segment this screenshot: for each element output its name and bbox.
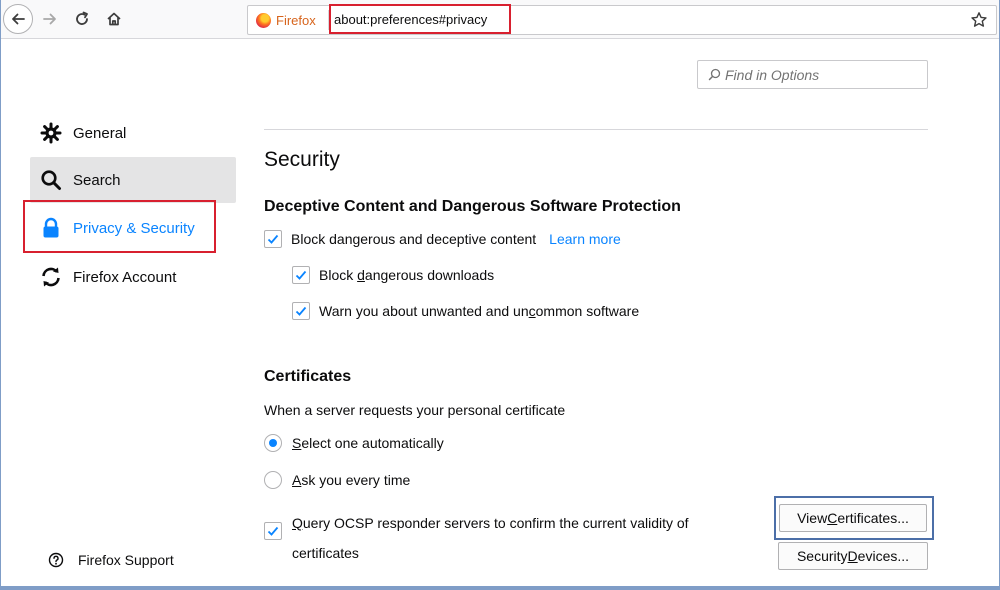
select-automatically-row: Select one automatically [264,434,444,452]
access-key: S [292,435,302,451]
find-in-options-input[interactable]: Find in Options [697,60,928,89]
label-part: Warn you about unwanted and un [319,303,529,319]
home-icon [107,12,121,26]
access-key: C [827,510,838,526]
firefox-support-label: Firefox Support [78,552,174,568]
ask-every-time-radio[interactable] [264,471,282,489]
access-key: A [292,472,302,488]
label-part: Security [796,548,848,564]
warn-unwanted-checkbox[interactable] [292,302,310,320]
certificates-heading: Certificates [264,368,352,385]
certificate-request-description: When a server requests your personal cer… [264,402,566,418]
label-part: evices... [857,548,910,564]
select-automatically-label[interactable]: Select one automatically [292,435,444,451]
content-divider [264,129,928,130]
label-part: sk you every time [301,472,411,488]
checkmark-icon [295,306,307,316]
ask-every-time-label[interactable]: Ask you every time [292,472,410,488]
back-arrow-icon [12,13,25,25]
window-bottom-border [0,586,1000,590]
sidebar-item-general[interactable]: General [30,110,236,156]
access-key: c [528,303,536,319]
label-part: ertificates... [837,510,909,526]
block-dangerous-content-label[interactable]: Block dangerous and deceptive content [291,231,536,247]
reload-icon [76,11,88,25]
privacy-annotation-highlight [23,200,216,253]
deceptive-content-heading: Deceptive Content and Dangerous Software… [264,198,681,215]
label-part: ommon software [535,303,640,319]
sidebar-item-label: Firefox Account [73,268,177,286]
warn-unwanted-label[interactable]: Warn you about unwanted and uncommon sof… [319,303,639,319]
help-icon [48,552,64,568]
forward-button[interactable] [35,4,65,34]
label-part: Block [319,267,358,283]
sidebar-item-firefox-account[interactable]: Firefox Account [30,254,236,300]
sidebar-item-label: General [73,124,127,142]
reload-button[interactable] [67,4,97,34]
checkmark-icon [267,526,279,536]
search-icon [708,68,721,81]
forward-arrow-icon [43,13,56,25]
label-part: uery OCSP responder servers to confirm t… [292,515,689,561]
identity-label: Firefox [276,12,316,28]
select-automatically-radio[interactable] [264,434,282,452]
identity-box[interactable]: Firefox [256,6,316,34]
checkmark-icon [295,270,307,280]
magnifier-icon [40,169,62,191]
view-certificates-button[interactable]: View Certificates... [779,504,927,532]
warn-unwanted-row: Warn you about unwanted and uncommon sof… [292,302,639,320]
block-dangerous-content-checkbox[interactable] [264,230,282,248]
gear-icon [40,122,62,144]
sidebar-item-search[interactable]: Search [30,157,236,203]
firefox-support-link[interactable]: Firefox Support [48,552,174,568]
block-downloads-label[interactable]: Block dangerous downloads [319,267,494,283]
security-devices-button[interactable]: Security Devices... [778,542,928,570]
access-key: Q [292,515,303,531]
home-button[interactable] [99,4,129,34]
section-title-security: Security [264,148,340,171]
find-in-options-placeholder: Find in Options [725,66,820,83]
block-dangerous-content-row: Block dangerous and deceptive content Le… [264,230,621,248]
block-downloads-row: Block dangerous downloads [292,266,494,284]
radio-selected-dot [269,439,277,447]
label-part: elect one automatically [301,435,444,451]
back-button[interactable] [3,4,33,34]
block-downloads-checkbox[interactable] [292,266,310,284]
label-part: View [797,510,828,526]
bookmark-star-icon[interactable] [970,11,988,29]
sidebar-item-label: Search [73,171,121,189]
firefox-logo-icon [256,12,271,28]
learn-more-link[interactable]: Learn more [549,231,621,247]
label-part: angerous downloads [364,267,495,283]
sync-icon [40,266,62,288]
checkmark-icon [267,234,279,244]
query-ocsp-checkbox[interactable] [264,522,282,540]
url-annotation-highlight [329,4,511,34]
ask-every-time-row: Ask you every time [264,471,410,489]
access-key: D [847,548,858,564]
query-ocsp-label[interactable]: Query OCSP responder servers to confirm … [292,508,732,568]
access-key: d [357,267,365,283]
